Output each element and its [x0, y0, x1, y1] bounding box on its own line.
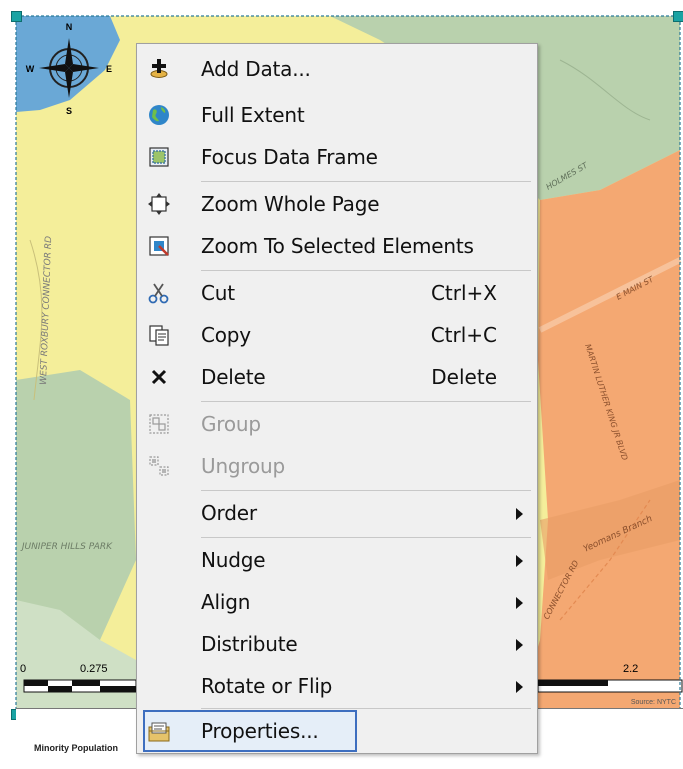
menu-item-align[interactable]: Align: [137, 581, 537, 623]
submenu-arrow-icon: [516, 681, 523, 693]
menu-item-delete[interactable]: Delete Delete: [137, 356, 537, 398]
menu-separator: [201, 537, 531, 538]
globe-icon: [149, 105, 169, 125]
menu-item-distribute[interactable]: Distribute: [137, 623, 537, 665]
menu-item-zoom-to-selected[interactable]: Zoom To Selected Elements: [137, 225, 537, 267]
menu-separator: [201, 708, 531, 709]
scale-label-start: 0: [20, 663, 26, 675]
menu-item-shortcut: Delete: [431, 365, 497, 389]
menu-item-order[interactable]: Order: [137, 492, 537, 534]
group-icon: [149, 414, 169, 434]
menu-item-label: Align: [201, 590, 251, 614]
menu-item-add-data[interactable]: Add Data...: [137, 48, 537, 90]
menu-item-label: Add Data...: [201, 57, 311, 81]
menu-item-label: Cut: [201, 281, 235, 305]
east-label: E: [106, 64, 112, 74]
context-menu: Add Data... Full Extent Focus Data Frame…: [136, 43, 538, 754]
menu-item-label: Zoom Whole Page: [201, 192, 380, 216]
map-label-park: JUNIPER HILLS PARK: [20, 542, 113, 552]
submenu-arrow-icon: [516, 597, 523, 609]
menu-item-label: Delete: [201, 365, 266, 389]
menu-item-full-extent[interactable]: Full Extent: [137, 94, 537, 136]
menu-item-label: Focus Data Frame: [201, 145, 378, 169]
north-label: N: [66, 22, 73, 32]
ungroup-icon: [149, 456, 169, 476]
menu-item-shortcut: Ctrl+X: [430, 281, 497, 305]
menu-item-shortcut: Ctrl+C: [430, 323, 497, 347]
scissors-icon: [148, 283, 169, 304]
menu-item-properties[interactable]: Properties...: [143, 710, 357, 752]
menu-item-group[interactable]: Group: [137, 403, 537, 445]
menu-item-cut[interactable]: Cut Ctrl+X: [137, 272, 537, 314]
menu-separator: [201, 270, 531, 271]
copy-icon: [149, 325, 169, 346]
delete-x-icon: [151, 369, 167, 385]
south-label: S: [66, 106, 72, 116]
menu-item-label: Nudge: [201, 548, 266, 572]
menu-separator: [201, 490, 531, 491]
selection-handle-top-right[interactable]: [673, 11, 683, 22]
menu-item-label: Group: [201, 412, 261, 436]
menu-separator: [201, 181, 531, 182]
menu-item-rotate-or-flip[interactable]: Rotate or Flip: [137, 665, 537, 707]
menu-item-label: Rotate or Flip: [201, 674, 333, 698]
scale-label-mid: 0.275: [80, 663, 108, 675]
zoom-page-icon: [148, 193, 170, 215]
submenu-arrow-icon: [516, 508, 523, 520]
menu-item-ungroup[interactable]: Ungroup: [137, 445, 537, 487]
submenu-arrow-icon: [516, 639, 523, 651]
scale-label-end: 2.2: [623, 663, 638, 675]
add-data-icon: [150, 59, 168, 78]
menu-item-label: Copy: [201, 323, 251, 347]
menu-item-label: Order: [201, 501, 257, 525]
west-label: W: [26, 64, 35, 74]
zoom-selected-icon: [149, 236, 169, 256]
menu-item-zoom-whole-page[interactable]: Zoom Whole Page: [137, 183, 537, 225]
submenu-arrow-icon: [516, 555, 523, 567]
menu-item-label: Full Extent: [201, 103, 305, 127]
menu-item-label: Distribute: [201, 632, 298, 656]
menu-separator: [201, 401, 531, 402]
menu-item-copy[interactable]: Copy Ctrl+C: [137, 314, 537, 356]
source-credit: Source: NYTC: [631, 699, 676, 706]
properties-icon: [148, 722, 170, 742]
menu-item-label: Ungroup: [201, 454, 286, 478]
legend-title: Minority Population: [34, 743, 118, 753]
menu-item-focus-data-frame[interactable]: Focus Data Frame: [137, 136, 537, 178]
menu-item-label: Zoom To Selected Elements: [201, 234, 474, 258]
selection-handle-top-left[interactable]: [11, 11, 22, 22]
menu-item-nudge[interactable]: Nudge: [137, 539, 537, 581]
menu-item-label: Properties...: [201, 719, 319, 743]
focus-frame-icon: [149, 147, 169, 167]
